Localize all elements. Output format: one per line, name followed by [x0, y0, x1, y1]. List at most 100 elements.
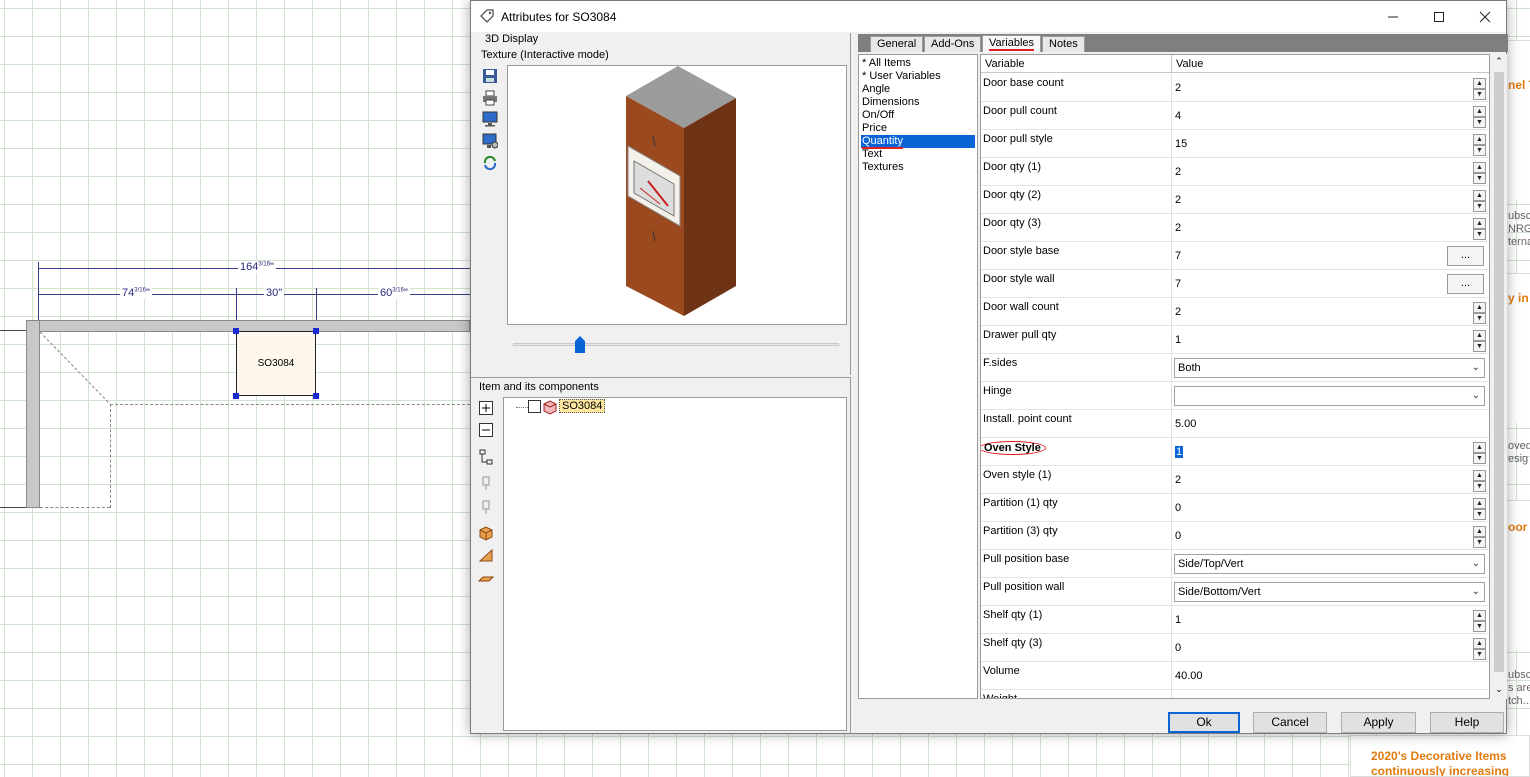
collapse-icon[interactable]	[478, 422, 494, 438]
spin-control[interactable]: ▲ ▼	[1473, 190, 1486, 212]
selection-handle[interactable]	[233, 393, 239, 399]
grid-row[interactable]: Door qty (3) 2 ▲ ▼	[981, 214, 1489, 242]
spin-down-icon[interactable]: ▼	[1473, 453, 1486, 464]
grid-scrollbar[interactable]: ⌃ ⌄	[1491, 54, 1507, 699]
scroll-thumb[interactable]	[1494, 72, 1504, 672]
spin-down-icon[interactable]: ▼	[1473, 201, 1486, 212]
components-tree[interactable]: SO3084	[503, 397, 847, 731]
print-icon[interactable]	[482, 90, 498, 106]
monitor-settings-icon[interactable]	[482, 133, 498, 149]
tree-item-so3084[interactable]: SO3084	[559, 399, 606, 413]
spin-up-icon[interactable]: ▲	[1473, 610, 1486, 621]
chevron-down-icon[interactable]: ⌄	[1472, 555, 1480, 573]
tab-variables[interactable]: Variables	[982, 35, 1042, 52]
spin-control[interactable]: ▲ ▼	[1473, 610, 1486, 632]
spin-control[interactable]: ▲ ▼	[1473, 330, 1486, 352]
selection-handle[interactable]	[313, 328, 319, 334]
help-button[interactable]: Help	[1430, 712, 1504, 733]
spin-up-icon[interactable]: ▲	[1473, 106, 1486, 117]
variable-value[interactable]: 0	[1175, 642, 1181, 654]
variable-value[interactable]: 2	[1175, 166, 1181, 178]
spin-control[interactable]: ▲ ▼	[1473, 442, 1486, 464]
spin-down-icon[interactable]: ▼	[1473, 481, 1486, 492]
selection-handle[interactable]	[313, 393, 319, 399]
spin-up-icon[interactable]: ▲	[1473, 78, 1486, 89]
grid-row[interactable]: Drawer pull qty 1 ▲ ▼	[981, 326, 1489, 354]
ok-button[interactable]: Ok	[1168, 712, 1240, 733]
blog-heading-fragment[interactable]: y in	[1508, 291, 1529, 305]
grid-row[interactable]: Door qty (1) 2 ▲ ▼	[981, 158, 1489, 186]
variables-grid[interactable]: Variable Value Door base count 2 ▲ ▼ Door pu…	[980, 54, 1490, 699]
column-header-value[interactable]: Value	[1176, 58, 1203, 70]
preview-slider[interactable]	[513, 331, 841, 355]
browse-button[interactable]: ...	[1447, 274, 1484, 294]
spin-up-icon[interactable]: ▲	[1473, 498, 1486, 509]
spin-down-icon[interactable]: ▼	[1473, 313, 1486, 324]
cancel-button[interactable]: Cancel	[1253, 712, 1327, 733]
category-dimensions[interactable]: Dimensions	[862, 96, 919, 109]
blog-heading-fragment[interactable]: nel T	[1508, 78, 1530, 92]
blog-card-decorative-items[interactable]: 2020's Decorative Items continuously inc…	[1350, 735, 1530, 777]
spin-control[interactable]: ▲ ▼	[1473, 526, 1486, 548]
tree-icon[interactable]	[478, 449, 494, 465]
grid-row[interactable]: Install. point count 5.00	[981, 410, 1489, 438]
expand-icon[interactable]	[478, 400, 494, 416]
spin-down-icon[interactable]: ▼	[1473, 145, 1486, 156]
save-icon[interactable]	[482, 68, 498, 84]
chevron-down-icon[interactable]: ⌄	[1472, 583, 1480, 601]
grid-row[interactable]: Volume 40.00	[981, 662, 1489, 690]
plane-icon[interactable]	[478, 569, 494, 585]
spin-up-icon[interactable]: ▲	[1473, 526, 1486, 537]
spin-down-icon[interactable]: ▼	[1473, 509, 1486, 520]
category-quantity[interactable]: Quantity	[861, 135, 975, 149]
tab-general[interactable]: General	[870, 36, 924, 52]
spin-down-icon[interactable]: ▼	[1473, 229, 1486, 240]
grid-row[interactable]: Hinge ⌄	[981, 382, 1489, 410]
tab-notes[interactable]: Notes	[1042, 36, 1085, 52]
spin-down-icon[interactable]: ▼	[1473, 173, 1486, 184]
grid-row[interactable]: Pull position base Side/Top/Vert ⌄	[981, 550, 1489, 578]
variable-value[interactable]: 0	[1175, 502, 1181, 514]
plan-canvas[interactable]: 1643/16" 743/16" 30" 603/16" SO3084	[0, 0, 470, 777]
grid-row[interactable]: Oven Style 1 ▲ ▼	[981, 438, 1489, 466]
chevron-down-icon[interactable]: ⌄	[1472, 387, 1480, 405]
maximize-button[interactable]	[1416, 1, 1462, 32]
grid-row[interactable]: Door qty (2) 2 ▲ ▼	[981, 186, 1489, 214]
close-button[interactable]	[1462, 1, 1508, 32]
value-dropdown[interactable]: Both ⌄	[1174, 358, 1485, 378]
wall-left[interactable]	[26, 320, 40, 508]
chevron-down-icon[interactable]: ⌄	[1472, 359, 1480, 377]
spin-up-icon[interactable]: ▲	[1473, 302, 1486, 313]
blog-heading-fragment[interactable]: oor	[1508, 520, 1527, 534]
grid-row[interactable]: Shelf qty (3) 0 ▲ ▼	[981, 634, 1489, 662]
category-textures[interactable]: Textures	[862, 161, 904, 174]
variable-value[interactable]: 15	[1175, 138, 1187, 150]
category-text[interactable]: Text	[862, 148, 882, 161]
browse-button[interactable]: ...	[1447, 246, 1484, 266]
apply-button[interactable]: Apply	[1341, 712, 1416, 733]
tab-add-ons[interactable]: Add-Ons	[924, 36, 982, 52]
refresh-icon[interactable]	[482, 155, 498, 171]
spin-up-icon[interactable]: ▲	[1473, 190, 1486, 201]
spin-control[interactable]: ▲ ▼	[1473, 218, 1486, 240]
wedge-icon[interactable]	[478, 547, 494, 563]
grid-row[interactable]: Weight 220.00	[981, 690, 1489, 698]
spin-control[interactable]: ▲ ▼	[1473, 134, 1486, 156]
grid-row[interactable]: Shelf qty (1) 1 ▲ ▼	[981, 606, 1489, 634]
blog-card-title[interactable]: 2020's Decorative Items	[1371, 749, 1507, 763]
grid-row[interactable]: Oven style (1) 2 ▲ ▼	[981, 466, 1489, 494]
grid-row[interactable]: Door pull style 15 ▲ ▼	[981, 130, 1489, 158]
grid-row[interactable]: Door style base 7...	[981, 242, 1489, 270]
scroll-up-arrow[interactable]: ⌃	[1491, 56, 1507, 67]
grid-row[interactable]: F.sides Both ⌄	[981, 354, 1489, 382]
selection-handle[interactable]	[233, 328, 239, 334]
spin-up-icon[interactable]: ▲	[1473, 638, 1486, 649]
variable-value[interactable]: 7	[1175, 278, 1181, 290]
minimize-button[interactable]	[1370, 1, 1416, 32]
column-header-variable[interactable]: Variable	[985, 58, 1025, 70]
variable-value[interactable]: 1	[1175, 334, 1181, 346]
variable-value[interactable]: 2	[1175, 222, 1181, 234]
dialog-titlebar[interactable]: Attributes for SO3084	[471, 1, 1506, 32]
spin-down-icon[interactable]: ▼	[1473, 621, 1486, 632]
spin-control[interactable]: ▲ ▼	[1473, 638, 1486, 660]
